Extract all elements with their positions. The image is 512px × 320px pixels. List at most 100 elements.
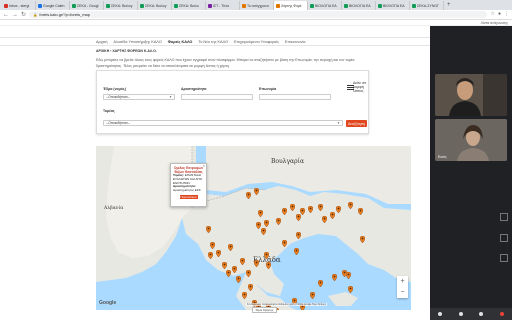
- map-marker-icon[interactable]: [209, 236, 216, 250]
- menu-item[interactable]: Φορείς ΚΑΛΟ: [168, 40, 193, 44]
- new-tab-button[interactable]: +: [447, 2, 451, 8]
- menu-item[interactable]: Αλυσίδα Υποστήριξης ΚΑΛΟ: [114, 40, 162, 44]
- browser-tab[interactable]: ΣΕΚΑ: Βιολογ: [138, 1, 172, 10]
- browser-tab[interactable]: ΒΙΟΛΟΓΙΑ ΕΑ: [376, 1, 410, 10]
- map-marker-icon[interactable]: [221, 256, 228, 270]
- map-marker-icon[interactable]: [317, 198, 324, 212]
- browser-tab[interactable]: Το ασύγχρονο: [240, 1, 274, 10]
- map-marker-icon[interactable]: [207, 246, 214, 260]
- map-marker-icon[interactable]: [329, 206, 336, 220]
- browser-tab[interactable]: ΣΕΚΑ-ΣΥΝΟΓ: [410, 1, 444, 10]
- map-marker-icon[interactable]: [263, 214, 270, 228]
- map-marker-icon[interactable]: [253, 182, 260, 196]
- browser-tab[interactable]: Google Calen: [36, 1, 70, 10]
- hangup-icon[interactable]: [499, 312, 504, 316]
- browser-tab[interactable]: ΣΕΚΑ: Βιολο: [172, 1, 206, 10]
- mic-icon[interactable]: [438, 312, 443, 316]
- chat-icon[interactable]: [500, 254, 508, 262]
- map-marker-icon[interactable]: [331, 268, 338, 282]
- tab-favicon-icon: [208, 3, 212, 8]
- map-marker-icon[interactable]: [291, 292, 298, 306]
- zoom-in-button[interactable]: +: [397, 276, 408, 287]
- activity-input[interactable]: [181, 94, 253, 100]
- map-marker-icon[interactable]: [245, 264, 252, 278]
- map-marker-icon[interactable]: [345, 266, 352, 280]
- map-marker-icon[interactable]: [265, 256, 272, 270]
- sector-select[interactable]: --Οποιαδήποτε-- ▼: [103, 120, 343, 126]
- map-marker-icon[interactable]: [307, 200, 314, 214]
- map-marker-icon[interactable]: [317, 274, 324, 288]
- map-marker-icon[interactable]: [225, 264, 232, 278]
- tab-favicon-icon: [140, 3, 144, 8]
- map-marker-icon[interactable]: [357, 202, 364, 216]
- map-marker-icon[interactable]: [205, 220, 212, 234]
- map-marker-icon[interactable]: [347, 280, 354, 294]
- tab-favicon-icon: [344, 3, 348, 8]
- map-marker-icon[interactable]: [263, 246, 270, 260]
- menu-item[interactable]: Το Νέο της ΚΑΛΟ: [198, 40, 228, 44]
- name-input[interactable]: [259, 94, 331, 100]
- map-marker-icon[interactable]: [253, 254, 260, 268]
- browser-tab[interactable]: ΣΕΚΑ - Googl: [70, 1, 104, 10]
- menu-icon[interactable]: ⋮: [504, 12, 509, 17]
- browser-tab[interactable]: ΒΙΟΛΟΓΙΑ ΕΑ: [308, 1, 342, 10]
- browser-tab[interactable]: ΒΙΟΛΟΓΙΑ ΕΑ: [342, 1, 376, 10]
- browser-tab[interactable]: ΣΕΚΑ: Βιολογ: [104, 1, 138, 10]
- map-marker-icon[interactable]: [309, 286, 316, 300]
- reload-icon[interactable]: ↻: [21, 12, 26, 18]
- browser-tab[interactable]: Inbox - stergi: [2, 1, 36, 10]
- zoom-out-button[interactable]: −: [397, 287, 408, 298]
- star-icon[interactable]: ☆: [490, 12, 494, 17]
- extensions-icon[interactable]: ●: [498, 12, 501, 17]
- region-select[interactable]: --Οποιαδήποτε-- ▼: [103, 94, 175, 100]
- menu-item[interactable]: Επιχειρούμενοι Υποφορείς: [234, 40, 279, 44]
- map-marker-icon[interactable]: [289, 198, 296, 212]
- tab-label: ΣΕΚΑ-ΣΥΝΟΓ: [417, 3, 440, 8]
- map-marker-icon[interactable]: [281, 234, 288, 248]
- activity-label: Δραστηριότητα: [181, 87, 207, 91]
- map-marker-icon[interactable]: [239, 252, 246, 266]
- map-marker-icon[interactable]: [235, 270, 242, 284]
- tab-favicon-icon: [242, 3, 246, 8]
- back-icon[interactable]: ←: [3, 12, 9, 18]
- address-bar[interactable]: 🔒 foreis.kalo.gr/?p=foreis_map: [29, 11, 488, 18]
- search-button[interactable]: Αναζήτηση: [346, 120, 367, 127]
- menu-item[interactable]: Αρχική: [96, 40, 108, 44]
- people-icon[interactable]: [500, 234, 508, 242]
- map-view[interactable]: Βουλγαρία Αλβανία Ελλάδα Google Συντομεύ…: [96, 146, 411, 310]
- browser-tab[interactable]: ΙΣΤ - Τίτλο: [206, 1, 240, 10]
- layout-icon[interactable]: [500, 213, 508, 221]
- map-marker-icon[interactable]: [227, 238, 234, 252]
- forward-icon[interactable]: →: [12, 12, 18, 18]
- map-marker-icon[interactable]: [293, 242, 300, 256]
- map-marker-icon[interactable]: [247, 278, 254, 292]
- map-marker-icon[interactable]: [281, 202, 288, 216]
- map-marker-icon[interactable]: [257, 204, 264, 218]
- camera-icon[interactable]: [458, 312, 463, 316]
- list-view-label: Δείτε σε μορφή λίστας: [352, 81, 367, 93]
- tab-favicon-icon: [38, 3, 42, 8]
- map-marker-icon[interactable]: [241, 286, 248, 300]
- menu-item[interactable]: Επικοινωνία: [285, 40, 306, 44]
- map-marker-icon[interactable]: [347, 196, 354, 210]
- map-marker-icon[interactable]: [245, 186, 252, 200]
- map-marker-icon[interactable]: [215, 244, 222, 258]
- self-view-tile[interactable]: Εσείς: [435, 119, 507, 161]
- map-marker-icon[interactable]: [295, 208, 302, 222]
- tab-label: ΒΙΟΛΟΓΙΑ ΕΑ: [315, 3, 337, 8]
- more-button[interactable]: Περισσότερα: [179, 194, 198, 200]
- map-marker-icon[interactable]: [295, 226, 302, 240]
- map-marker-icon[interactable]: [335, 200, 342, 214]
- map-info-window: × Ομιλος Εκτροφών Βιζων Θεσσαλίας Τομέας…: [170, 163, 207, 207]
- participant-tile[interactable]: [435, 74, 507, 116]
- map-marker-icon[interactable]: [321, 210, 328, 224]
- map-terms-button[interactable]: Όροι Χρήσης: [252, 307, 277, 313]
- map-marker-icon[interactable]: [275, 212, 282, 226]
- present-icon[interactable]: [479, 312, 484, 316]
- map-marker-icon[interactable]: [231, 260, 238, 274]
- sector-select-value: --Οποιαδήποτε--: [106, 121, 131, 125]
- list-view-link[interactable]: Δείτε σε μορφή λίστας: [347, 81, 368, 93]
- close-icon[interactable]: ×: [203, 164, 205, 168]
- browser-tab[interactable]: Χάρτης Φορέ: [274, 1, 308, 10]
- map-marker-icon[interactable]: [359, 230, 366, 244]
